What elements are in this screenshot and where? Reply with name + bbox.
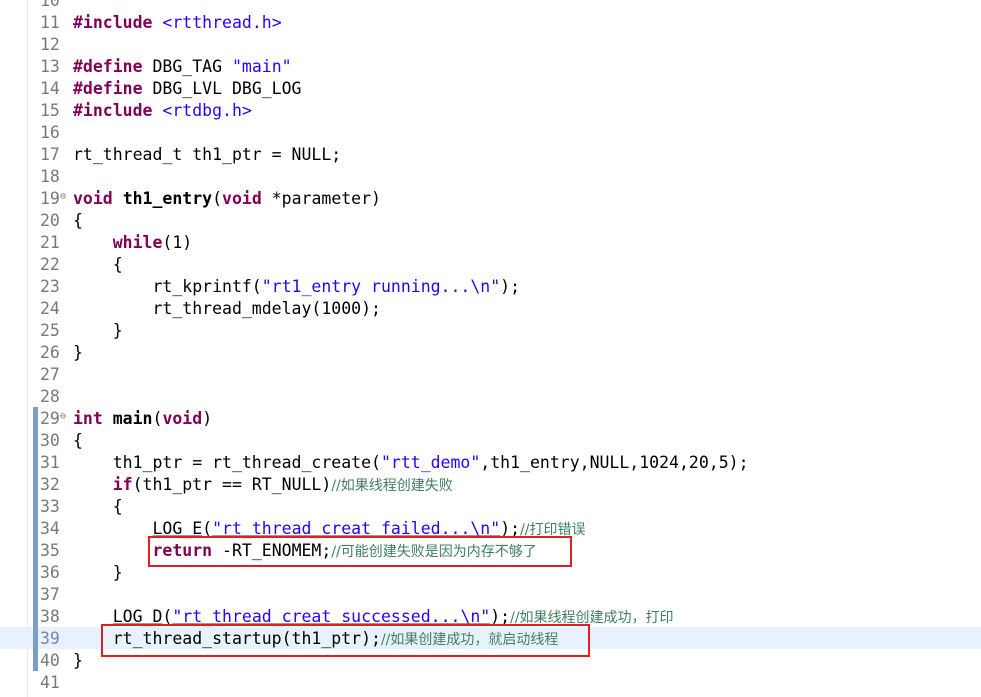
code-text: rt_thread_t th1_ptr = NULL; xyxy=(73,145,342,164)
code-line[interactable]: 20 { xyxy=(0,209,981,231)
code-text: while(1) xyxy=(112,233,193,252)
code-text: } xyxy=(73,321,123,340)
code-line[interactable]: 30 { xyxy=(0,429,981,451)
code-text: #define DBG_LVL DBG_LOG xyxy=(73,79,302,98)
change-marker xyxy=(33,605,38,627)
line-number: 26 xyxy=(40,343,60,362)
line-number: 28 xyxy=(40,387,60,406)
line-number: 15 xyxy=(40,101,60,120)
highlight-box-startup xyxy=(101,624,590,657)
code-text: { xyxy=(73,211,83,230)
code-text: { xyxy=(73,255,123,274)
line-number: 21 xyxy=(40,233,60,252)
line-number: 10 xyxy=(40,0,60,10)
code-text: rt_thread_mdelay(1000); xyxy=(73,299,381,318)
change-marker xyxy=(33,473,38,495)
code-text: { xyxy=(73,497,123,516)
code-text: } xyxy=(73,651,83,670)
code-text: #define DBG_TAG "main" xyxy=(73,57,292,76)
code-line[interactable]: 25 } xyxy=(0,319,981,341)
line-number: 24 xyxy=(40,299,60,318)
code-line[interactable]: 11 #include <rtthread.h> xyxy=(0,11,981,33)
code-line[interactable]: 32 if(th1_ptr == RT_NULL)//如果线程创建失败 xyxy=(0,473,981,495)
change-marker xyxy=(33,627,38,649)
code-line[interactable]: 14 #define DBG_LVL DBG_LOG xyxy=(0,77,981,99)
code-line[interactable]: 23 rt_kprintf("rt1_entry running...\n"); xyxy=(0,275,981,297)
code-editor[interactable]: 10 11 #include <rtthread.h> 12 13 #defin… xyxy=(0,0,981,697)
change-marker xyxy=(33,561,38,583)
line-number: 16 xyxy=(40,123,60,142)
code-line[interactable]: 31 th1_ptr = rt_thread_create("rtt_demo"… xyxy=(0,451,981,473)
line-number: 17 xyxy=(40,145,60,164)
line-number: 14 xyxy=(40,79,60,98)
line-number: 20 xyxy=(40,211,60,230)
line-number: 31 xyxy=(40,453,60,472)
fold-collapse-icon[interactable]: ⊖ xyxy=(60,191,66,202)
code-line[interactable]: 22 { xyxy=(0,253,981,275)
line-number: 36 xyxy=(40,563,60,582)
code-line[interactable]: 13 #define DBG_TAG "main" xyxy=(0,55,981,77)
line-number: 12 xyxy=(40,35,60,54)
code-line[interactable]: 10 xyxy=(0,0,981,11)
line-number: 13 xyxy=(40,57,60,76)
change-marker xyxy=(33,583,38,605)
code-line[interactable]: 19 ⊖ void th1_entry(void *parameter) xyxy=(0,187,981,209)
line-number: 27 xyxy=(40,365,60,384)
change-marker xyxy=(33,539,38,561)
code-line[interactable]: 12 xyxy=(0,33,981,55)
change-marker xyxy=(33,429,38,451)
fold-collapse-icon[interactable]: ⊖ xyxy=(60,411,66,422)
code-line[interactable]: 16 xyxy=(0,121,981,143)
line-number: 34 xyxy=(40,519,60,538)
code-line[interactable]: 37 xyxy=(0,583,981,605)
code-text: } xyxy=(73,563,123,582)
code-text: } xyxy=(73,343,83,362)
line-number: 35 xyxy=(40,541,60,560)
line-number: 22 xyxy=(40,255,60,274)
code-line[interactable]: 15 #include <rtdbg.h> xyxy=(0,99,981,121)
line-number: 18 xyxy=(40,167,60,186)
code-text: #include <rtdbg.h> xyxy=(73,101,252,120)
change-marker xyxy=(33,451,38,473)
change-marker xyxy=(33,407,38,429)
highlight-box-return xyxy=(148,536,572,567)
line-number: 39 xyxy=(40,629,60,648)
code-line[interactable]: 21 while(1) xyxy=(0,231,981,253)
code-line[interactable]: 26 } xyxy=(0,341,981,363)
code-line[interactable]: 27 xyxy=(0,363,981,385)
code-text: if(th1_ptr == RT_NULL)//如果线程创建失败 xyxy=(112,475,453,494)
line-number: 33 xyxy=(40,497,60,516)
code-line[interactable]: 24 rt_thread_mdelay(1000); xyxy=(0,297,981,319)
change-marker xyxy=(33,517,38,539)
change-marker xyxy=(33,495,38,517)
code-line[interactable]: 33 { xyxy=(0,495,981,517)
line-number: 23 xyxy=(40,277,60,296)
line-number: 41 xyxy=(40,673,60,692)
code-text: int main(void) xyxy=(73,409,213,428)
line-number: 30 xyxy=(40,431,60,450)
code-line[interactable]: 28 xyxy=(0,385,981,407)
line-number: 32 xyxy=(40,475,60,494)
code-line[interactable]: 29 ⊖ int main(void) xyxy=(0,407,981,429)
code-text: #include <rtthread.h> xyxy=(73,13,282,32)
line-number: 40 xyxy=(40,651,60,670)
code-line[interactable]: 41 xyxy=(0,671,981,693)
code-text: void th1_entry(void *parameter) xyxy=(73,189,381,208)
code-text: th1_ptr = rt_thread_create("rtt_demo",th… xyxy=(73,453,749,472)
code-text: rt_kprintf("rt1_entry running...\n"); xyxy=(73,277,521,296)
line-number: 25 xyxy=(40,321,60,340)
line-number: 11 xyxy=(40,13,60,32)
code-line[interactable]: 18 xyxy=(0,165,981,187)
line-number: 38 xyxy=(40,607,60,626)
change-marker xyxy=(33,649,38,671)
code-line[interactable]: 17 rt_thread_t th1_ptr = NULL; xyxy=(0,143,981,165)
code-text: { xyxy=(73,431,83,450)
line-number: 37 xyxy=(40,585,60,604)
